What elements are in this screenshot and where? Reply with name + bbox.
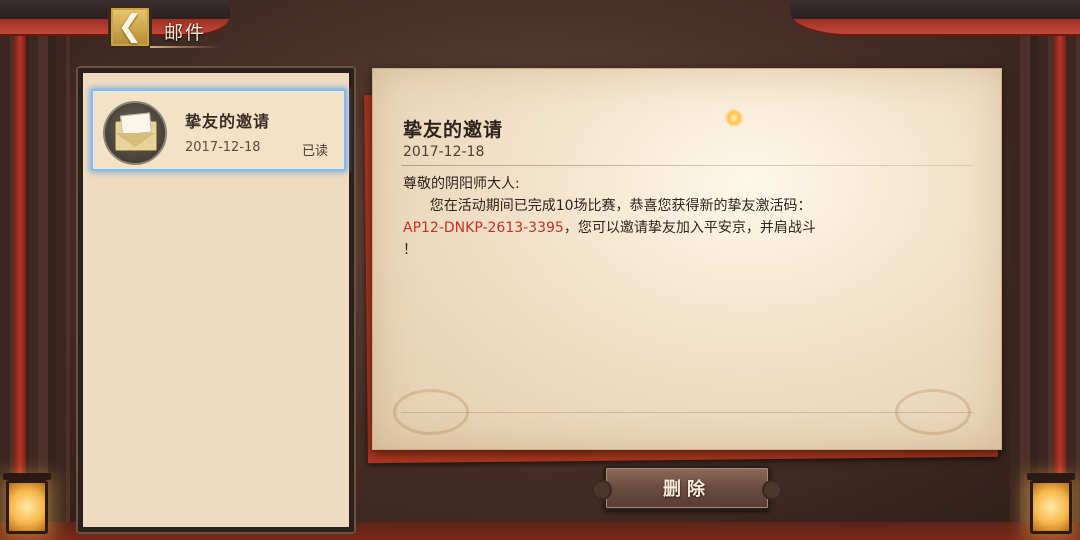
- back-button[interactable]: ❮: [108, 5, 152, 49]
- back-chevron-icon: ❮: [117, 9, 143, 44]
- mail-item-title: 挚友的邀请: [185, 112, 271, 131]
- mail-body-text: ，您可以邀请挚友加入平安京，并肩战斗: [563, 220, 816, 236]
- curtain-left: [0, 0, 70, 540]
- mail-detail-date: 2017-12-18: [403, 144, 485, 160]
- mail-list-item[interactable]: 挚友的邀请 2017-12-18 已读: [91, 89, 346, 171]
- envelope-flap: [115, 133, 155, 147]
- mail-detail-body: 尊敬的阴阳师大人: 您在活动期间已完成10场比赛，恭喜您获得新的挚友激活码： A…: [403, 173, 923, 261]
- title-underline: [150, 46, 220, 48]
- page-title: 邮件: [164, 22, 207, 44]
- lantern-icon: [3, 473, 51, 534]
- envelope-icon: [103, 101, 167, 165]
- pillar-right: [1054, 20, 1066, 540]
- cloud-ornament-icon: [393, 389, 469, 435]
- mail-detail-panel: 挚友的邀请 2017-12-18 尊敬的阴阳师大人: 您在活动期间已完成10场比…: [372, 68, 1002, 450]
- mail-item-status: 已读: [301, 144, 328, 159]
- activation-code: AP12-DNKP-2613-3395: [403, 220, 564, 236]
- mail-detail-title: 挚友的邀请: [403, 119, 504, 141]
- roof-right: [790, 0, 1080, 36]
- sparkle-icon: [725, 109, 743, 127]
- divider: [401, 412, 973, 413]
- mail-body-line: AP12-DNKP-2613-3395，您可以邀请挚友加入平安京，并肩战斗: [403, 217, 923, 239]
- divider: [401, 165, 973, 166]
- curtain-right: [1010, 0, 1080, 540]
- lantern-icon: [1027, 473, 1075, 534]
- mail-item-date: 2017-12-18: [185, 140, 261, 155]
- cloud-ornament-icon: [895, 389, 971, 435]
- mail-body-line: ！: [403, 242, 417, 258]
- mail-body-line: 您在活动期间已完成10场比赛，恭喜您获得新的挚友激活码：: [403, 198, 812, 214]
- mail-list-panel: 挚友的邀请 2017-12-18 已读: [78, 68, 354, 532]
- mail-greeting: 尊敬的阴阳师大人:: [403, 176, 520, 192]
- pillar-left: [14, 20, 26, 540]
- delete-button[interactable]: 删除: [592, 466, 782, 510]
